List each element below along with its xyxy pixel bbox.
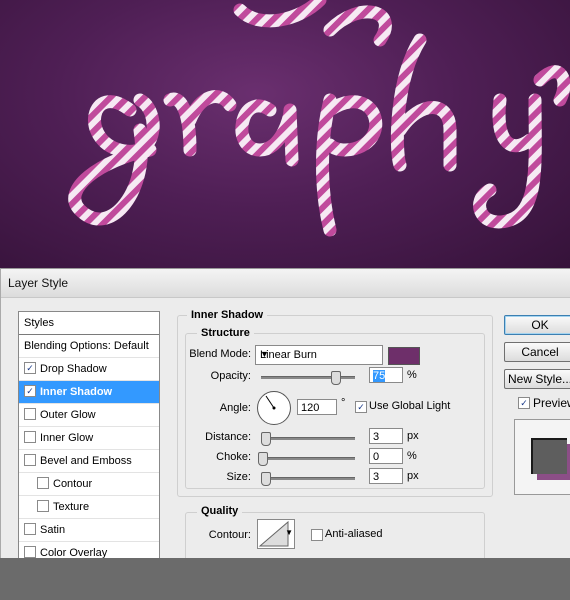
styles-header[interactable]: Styles xyxy=(19,312,159,335)
dialog-titlebar[interactable]: Layer Style xyxy=(1,269,570,298)
style-item-satin[interactable]: Satin xyxy=(19,519,159,542)
anti-aliased-label: Anti-aliased xyxy=(325,528,383,540)
style-item-label: Satin xyxy=(40,524,66,536)
distance-label: Distance: xyxy=(205,431,251,443)
angle-needle-icon xyxy=(265,395,276,410)
blending-options-item[interactable]: Blending Options: Default xyxy=(19,335,159,358)
style-item-inner-shadow[interactable]: ✓ Inner Shadow xyxy=(19,381,159,404)
preview-swatch xyxy=(531,438,567,474)
opacity-unit: % xyxy=(407,369,417,381)
choke-unit: % xyxy=(407,450,417,462)
choke-input[interactable]: 0 xyxy=(369,448,403,464)
dialog-title: Layer Style xyxy=(8,276,69,290)
style-item-label: Contour xyxy=(53,478,93,490)
style-preview-thumbnail xyxy=(514,419,570,495)
use-global-light-checkbox[interactable]: ✓ xyxy=(355,401,367,413)
blend-mode-label: Blend Mode: xyxy=(189,348,251,360)
style-item-label: Inner Shadow xyxy=(40,386,113,398)
style-item-label: Inner Glow xyxy=(40,432,94,444)
opacity-slider[interactable] xyxy=(261,371,355,385)
style-item-label: Drop Shadow xyxy=(40,363,107,375)
style-item-outer-glow[interactable]: Outer Glow xyxy=(19,404,159,427)
opacity-input[interactable]: 75 xyxy=(369,367,403,383)
choke-slider[interactable] xyxy=(258,452,355,466)
choke-slider-thumb[interactable] xyxy=(258,452,268,466)
ok-button[interactable]: OK xyxy=(504,315,570,335)
new-style-button[interactable]: New Style... xyxy=(504,369,570,389)
inner-glow-checkbox[interactable] xyxy=(24,431,36,444)
opacity-label: Opacity: xyxy=(210,370,251,382)
texture-checkbox[interactable] xyxy=(37,500,49,513)
inner-shadow-checkbox[interactable]: ✓ xyxy=(24,385,36,398)
preview-checkbox[interactable]: ✓ xyxy=(518,397,530,409)
size-slider-thumb[interactable] xyxy=(261,472,271,486)
size-value: 3 xyxy=(373,471,380,483)
style-item-label: Texture xyxy=(53,501,90,513)
preview-label: Preview xyxy=(533,396,570,410)
angle-label: Angle: xyxy=(219,402,251,414)
cancel-button[interactable]: Cancel xyxy=(504,342,570,362)
inner-shadow-panel: Inner Shadow Structure Blend Mode: Linea… xyxy=(177,307,493,574)
opacity-value: 75 xyxy=(373,370,386,382)
drop-shadow-checkbox[interactable]: ✓ xyxy=(24,362,36,375)
chevron-down-icon: ▼ xyxy=(260,349,269,359)
style-item-inner-glow[interactable]: Inner Glow xyxy=(19,427,159,450)
artwork-canvas xyxy=(0,0,570,268)
layer-style-dialog: Layer Style Styles Blending Options: Def… xyxy=(0,268,570,574)
style-item-label: Outer Glow xyxy=(40,409,96,421)
distance-input[interactable]: 3 xyxy=(369,428,403,444)
distance-slider[interactable] xyxy=(261,432,355,446)
size-input[interactable]: 3 xyxy=(369,468,403,484)
contour-checkbox[interactable] xyxy=(37,477,49,490)
distance-unit: px xyxy=(407,430,419,442)
size-slider[interactable] xyxy=(261,472,355,486)
angle-unit: ° xyxy=(341,397,346,409)
style-item-bevel-emboss[interactable]: Bevel and Emboss xyxy=(19,450,159,473)
structure-title: Structure xyxy=(197,327,254,339)
style-item-drop-shadow[interactable]: ✓ Drop Shadow xyxy=(19,358,159,381)
use-global-light-label: Use Global Light xyxy=(369,400,451,412)
color-overlay-checkbox[interactable] xyxy=(24,546,36,559)
workspace-background xyxy=(0,558,570,600)
style-item-texture[interactable]: Texture xyxy=(19,496,159,519)
chevron-down-icon: ▼ xyxy=(285,528,293,537)
contour-picker[interactable]: ▼ xyxy=(257,519,295,549)
shadow-color-swatch[interactable] xyxy=(388,347,420,365)
style-item-label: Bevel and Emboss xyxy=(40,455,132,467)
styles-list: Styles Blending Options: Default ✓ Drop S… xyxy=(18,311,160,563)
opacity-slider-thumb[interactable] xyxy=(331,371,341,385)
angle-dial[interactable] xyxy=(257,391,291,425)
size-unit: px xyxy=(407,470,419,482)
blend-mode-select[interactable]: Linear Burn ▼ xyxy=(255,345,383,365)
style-item-contour[interactable]: Contour xyxy=(19,473,159,496)
satin-checkbox[interactable] xyxy=(24,523,36,536)
size-label: Size: xyxy=(226,471,251,483)
contour-label: Contour: xyxy=(208,529,251,541)
inner-shadow-title: Inner Shadow xyxy=(187,309,268,321)
quality-title: Quality xyxy=(197,505,243,517)
distance-value: 3 xyxy=(373,431,380,443)
bevel-emboss-checkbox[interactable] xyxy=(24,454,36,467)
candy-cane-text-graphic xyxy=(68,0,570,237)
outer-glow-checkbox[interactable] xyxy=(24,408,36,421)
angle-input[interactable]: 120 xyxy=(297,399,337,415)
anti-aliased-checkbox[interactable] xyxy=(311,529,323,541)
distance-slider-thumb[interactable] xyxy=(261,432,271,446)
angle-value: 120 xyxy=(301,402,320,414)
choke-label: Choke: xyxy=(216,451,251,463)
choke-value: 0 xyxy=(373,451,380,463)
